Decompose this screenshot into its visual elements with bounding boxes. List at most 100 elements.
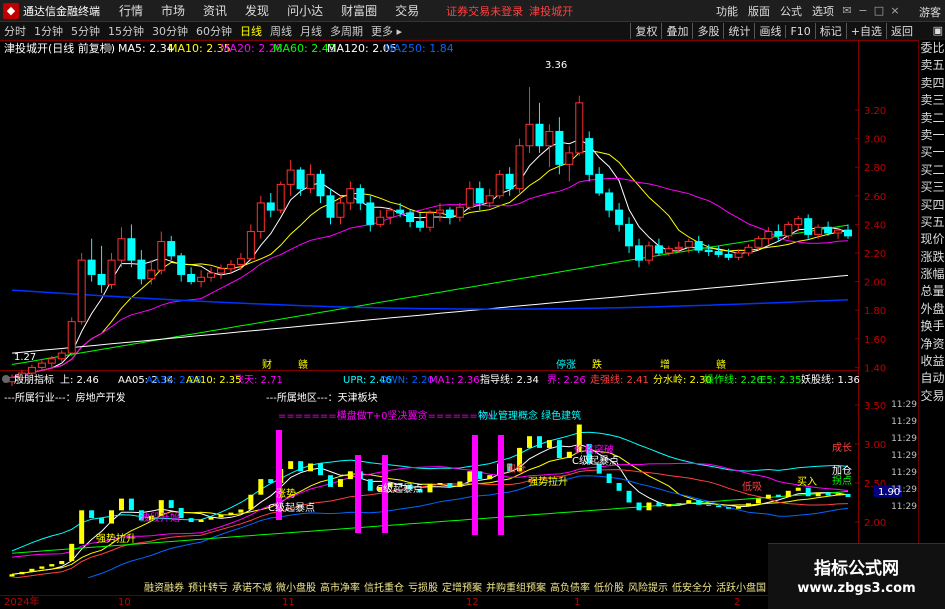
event-marker[interactable]: 停涨 [556, 358, 576, 371]
panel-toggle-icon[interactable]: ▣ [933, 22, 943, 40]
sidebar-item[interactable]: 卖五 [919, 57, 945, 74]
tab-multi-period[interactable]: 多周期 [326, 23, 367, 39]
menu-discover[interactable]: 发现 [236, 2, 278, 19]
menu-layout[interactable]: 版面 [743, 3, 775, 19]
tag-item[interactable]: 信托重仓 [362, 579, 406, 594]
menu-function[interactable]: 功能 [711, 3, 743, 19]
tab-60min[interactable]: 60分钟 [192, 23, 236, 39]
menu-ask[interactable]: 问小达 [278, 2, 332, 19]
menu-trade[interactable]: 交易 [386, 2, 428, 19]
event-marker[interactable]: 财 [262, 358, 272, 371]
sidebar-item[interactable]: 收益 [919, 353, 945, 370]
sidebar-item[interactable]: 卖一 [919, 127, 945, 144]
tool-mark[interactable]: 标记 [814, 23, 846, 39]
candle-body [177, 255, 186, 275]
candle-body [664, 248, 673, 254]
tag-item[interactable]: 微小盘股 [274, 579, 318, 594]
tab-5min[interactable]: 5分钟 [67, 23, 104, 39]
indicator-bar [726, 507, 732, 509]
tag-item[interactable]: 活跃小盘国 [714, 579, 768, 594]
indicator-name[interactable]: 殷朋指标 [14, 373, 54, 386]
tab-1min[interactable]: 1分钟 [30, 23, 67, 39]
sidebar-item[interactable]: 卖四 [919, 75, 945, 92]
tag-item[interactable]: 亏损股 [406, 579, 440, 594]
sidebar-item[interactable]: 买五 [919, 214, 945, 231]
sidebar-item[interactable]: 卖三 [919, 92, 945, 109]
tab-15min[interactable]: 15分钟 [104, 23, 148, 39]
sidebar-item[interactable]: 现价 [919, 231, 945, 248]
event-marker[interactable]: 跌 [592, 358, 602, 371]
sidebar-item[interactable]: 交易 [919, 388, 945, 405]
candle-body [754, 238, 763, 248]
tag-item[interactable]: 低价股 [592, 579, 626, 594]
current-stock-name: 津投城开 [529, 4, 574, 18]
settings-gear-icon[interactable] [104, 44, 112, 52]
tab-30min[interactable]: 30分钟 [148, 23, 192, 39]
tool-adjust[interactable]: 复权 [630, 23, 661, 39]
indicator-bar [815, 492, 821, 497]
login-notice[interactable]: 证券交易未登录 [446, 3, 523, 19]
sidebar-item[interactable]: 总量 [919, 283, 945, 300]
sidebar-item[interactable]: 外盘 [919, 301, 945, 318]
tag-item[interactable]: 低安全分 [670, 579, 714, 594]
indicator-value: 飞天: 2.71 [234, 375, 283, 386]
event-marker[interactable]: 赣 [716, 358, 726, 371]
indicator-bar [646, 502, 652, 511]
tool-f10[interactable]: F10 [785, 24, 814, 38]
indicator-gear-icon[interactable] [2, 375, 10, 383]
sidebar-item[interactable]: 换手 [919, 318, 945, 335]
sidebar-item[interactable]: 自动 [919, 370, 945, 387]
maximize-icon[interactable]: □ [871, 4, 887, 18]
tool-back[interactable]: 返回 [886, 23, 917, 39]
indicator-bar [268, 479, 274, 483]
date-label: 10 [118, 597, 131, 608]
indicator-bar [437, 483, 443, 485]
sidebar-item[interactable]: 买四 [919, 197, 945, 214]
tab-daily[interactable]: 日线 [236, 23, 266, 39]
sidebar-item[interactable]: 买三 [919, 179, 945, 196]
minimize-icon[interactable]: − [855, 4, 871, 18]
menu-formula[interactable]: 公式 [775, 3, 807, 19]
tool-overlay[interactable]: 叠加 [661, 23, 692, 39]
tool-statistics[interactable]: 统计 [723, 23, 754, 39]
menu-wealth[interactable]: 财富圈 [332, 2, 386, 19]
mail-icon[interactable]: ✉ [839, 4, 855, 18]
chart-area[interactable]: 津投城开(日线 前复权) MA5: 2.34 MA10: 2.35 MA20: … [0, 40, 918, 595]
sidebar-item[interactable]: 买一 [919, 144, 945, 161]
sidebar-item[interactable]: 委比 [919, 40, 945, 57]
sidebar-item[interactable]: 卖二 [919, 110, 945, 127]
guest-login[interactable]: 游客 [919, 4, 941, 20]
tag-item[interactable]: 高市净率 [318, 579, 362, 594]
event-marker[interactable]: 赣 [298, 358, 308, 371]
tool-multi-stock[interactable]: 多股 [692, 23, 723, 39]
sidebar-item[interactable]: 净资 [919, 336, 945, 353]
price-tick: 2.80 [864, 163, 886, 174]
tag-item[interactable]: 承诺不减 [230, 579, 274, 594]
tag-item[interactable]: 高负债率 [548, 579, 592, 594]
menu-market-list[interactable]: 市场 [152, 2, 194, 19]
indicator-annotation: 加仓 [506, 462, 526, 475]
close-icon[interactable]: × [887, 4, 903, 18]
tag-item[interactable]: 并购重组预案 [484, 579, 548, 594]
menu-options[interactable]: 选项 [807, 3, 839, 19]
candle-body [396, 209, 405, 214]
tag-item[interactable]: 预计转亏 [186, 579, 230, 594]
tab-intraday[interactable]: 分时 [0, 23, 30, 39]
sidebar-item[interactable]: 涨跌 [919, 249, 945, 266]
indicator-bar [626, 490, 632, 503]
tag-item[interactable]: 融资融券 [142, 579, 186, 594]
tool-add-watchlist[interactable]: +自选 [845, 23, 886, 39]
event-marker[interactable]: 增 [660, 358, 670, 371]
sidebar-item[interactable]: 涨幅 [919, 266, 945, 283]
sidebar-item[interactable]: 买二 [919, 162, 945, 179]
tab-monthly[interactable]: 月线 [296, 23, 326, 39]
tag-item[interactable]: 定增预案 [440, 579, 484, 594]
candle-body [37, 362, 46, 368]
tab-more[interactable]: 更多 ▸ [367, 23, 406, 39]
tab-weekly[interactable]: 周线 [266, 23, 296, 39]
tool-draw-line[interactable]: 画线 [754, 23, 785, 39]
menu-news[interactable]: 资讯 [194, 2, 236, 19]
menu-market[interactable]: 行情 [110, 2, 152, 19]
tag-item[interactable]: 风险提示 [626, 579, 670, 594]
indicator-bar [546, 440, 552, 448]
